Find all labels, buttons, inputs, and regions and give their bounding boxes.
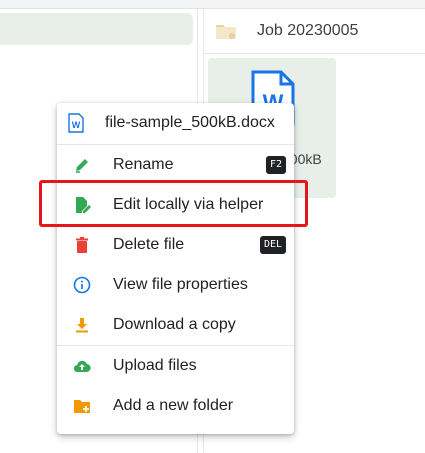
menu-item-rename[interactable]: Rename F2 bbox=[57, 145, 294, 185]
menu-item-label: Upload files bbox=[113, 357, 197, 374]
menu-item-label: Add a new folder bbox=[113, 397, 234, 414]
info-icon bbox=[73, 276, 91, 294]
svg-text:W: W bbox=[72, 120, 81, 130]
menu-item-add-folder[interactable]: Add a new folder bbox=[57, 386, 294, 426]
menu-item-delete-file[interactable]: Delete file DEL bbox=[57, 225, 294, 265]
download-icon bbox=[73, 316, 91, 334]
pencil-icon bbox=[73, 156, 91, 174]
menu-item-label: Rename bbox=[113, 156, 174, 173]
folder-header: Job 20230005 bbox=[204, 9, 425, 54]
word-file-icon: W bbox=[68, 113, 84, 133]
menu-item-file-properties[interactable]: View file properties bbox=[57, 265, 294, 305]
menu-item-label: Download a copy bbox=[113, 316, 236, 333]
menu-item-upload-files[interactable]: Upload files bbox=[57, 346, 294, 386]
top-toolbar-strip bbox=[0, 0, 425, 9]
menu-file-header: W file-sample_500kB.docx bbox=[57, 103, 294, 143]
shortcut-badge: DEL bbox=[259, 236, 286, 254]
menu-item-label: View file properties bbox=[113, 276, 248, 293]
tree-selected-row[interactable] bbox=[0, 13, 193, 45]
shortcut-badge: F2 bbox=[265, 156, 286, 174]
trash-icon bbox=[73, 236, 91, 254]
folder-title: Job 20230005 bbox=[257, 22, 359, 39]
file-context-menu: W file-sample_500kB.docx Rename F2 Edit … bbox=[57, 103, 294, 434]
cloud-upload-icon bbox=[73, 357, 91, 375]
new-folder-icon bbox=[73, 397, 91, 415]
menu-file-name: file-sample_500kB.docx bbox=[105, 114, 275, 131]
highlight-annotation-box bbox=[39, 180, 308, 227]
menu-item-download-copy[interactable]: Download a copy bbox=[57, 305, 294, 345]
menu-item-label: Delete file bbox=[113, 236, 185, 253]
folder-icon bbox=[215, 22, 237, 40]
